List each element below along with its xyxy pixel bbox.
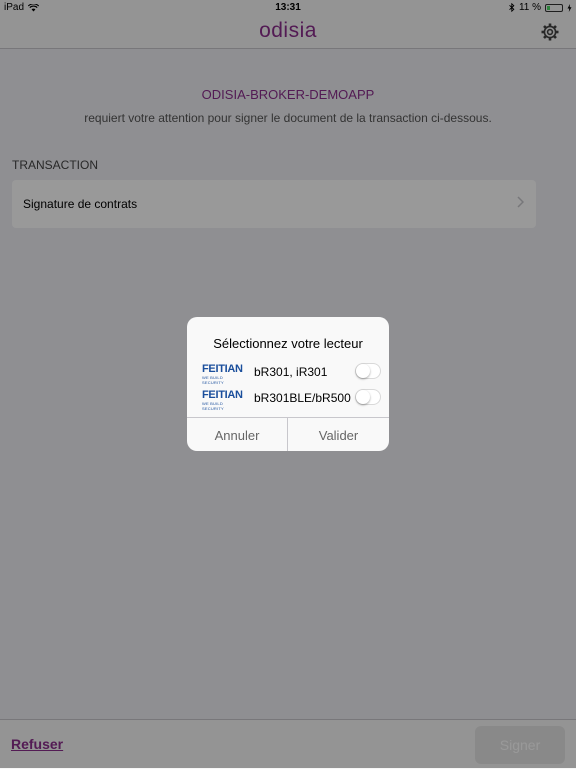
feitian-logo-word: FEITIAN	[202, 389, 243, 401]
feitian-logo-tagline: WE BUILD SECURITY	[202, 401, 224, 411]
dialog-title: Sélectionnez votre lecteur	[213, 336, 363, 351]
reader-toggle-switch[interactable]	[355, 389, 381, 405]
reader-label: bR301BLE/bR500	[254, 391, 351, 405]
reader-row: FEITIAN WE BUILD SECURITY bR301, iR301	[187, 361, 389, 385]
reader-row: FEITIAN WE BUILD SECURITY bR301BLE/bR500	[187, 387, 389, 411]
cancel-button[interactable]: Annuler	[187, 418, 288, 451]
reader-toggle-switch[interactable]	[355, 363, 381, 379]
switch-knob	[356, 364, 370, 378]
feitian-logo-word: FEITIAN	[202, 363, 243, 375]
feitian-logo: FEITIAN WE BUILD SECURITY	[202, 363, 243, 385]
feitian-logo-tagline: WE BUILD SECURITY	[202, 375, 224, 385]
feitian-logo: FEITIAN WE BUILD SECURITY	[202, 389, 243, 411]
reader-selection-dialog: Sélectionnez votre lecteur FEITIAN WE BU…	[187, 317, 389, 451]
dialog-actions: Annuler Valider	[187, 417, 389, 451]
switch-knob	[356, 390, 370, 404]
reader-label: bR301, iR301	[254, 365, 328, 379]
confirm-button[interactable]: Valider	[288, 418, 389, 451]
